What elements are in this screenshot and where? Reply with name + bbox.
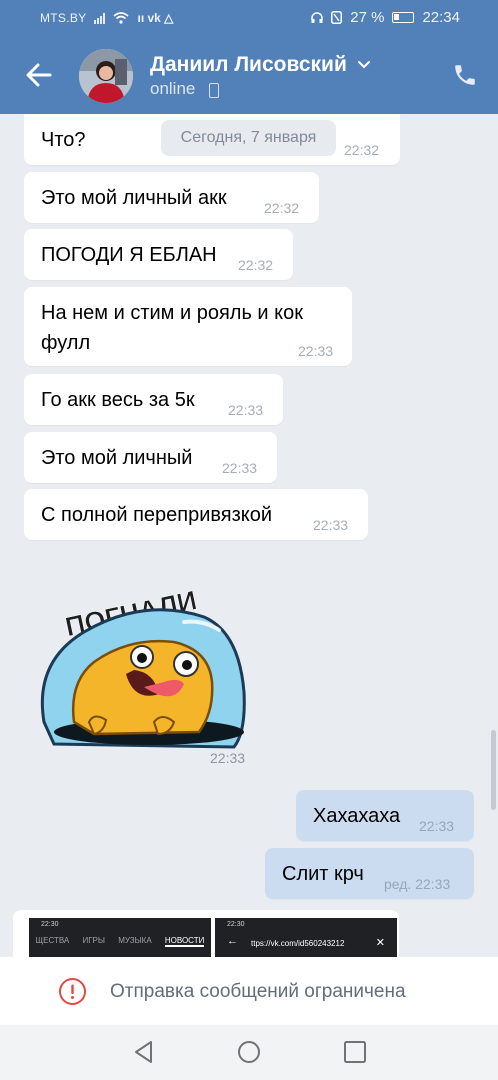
message-time: 22:33 <box>210 750 246 766</box>
message-time: 22:33 <box>298 343 334 359</box>
message-time: 22:32 <box>344 142 380 158</box>
back-arrow-icon[interactable] <box>24 60 54 90</box>
sticker[interactable]: ПОГНАЛИ <box>34 572 254 752</box>
carrier-label: MTS.BY <box>40 11 87 25</box>
contact-name[interactable]: Даниил Лисовский <box>150 53 347 77</box>
chevron-down-icon[interactable] <box>356 56 372 72</box>
warning-icon <box>59 978 86 1005</box>
message-bubble[interactable]: ПОГОДИ Я ЕБЛАН 22:32 <box>24 229 293 280</box>
mobile-icon <box>209 83 219 98</box>
headphones-icon <box>311 11 323 23</box>
message-time: 22:33 <box>222 460 258 476</box>
messaging-restricted-banner: Отправка сообщений ограничена <box>0 957 498 1025</box>
message-time: 22:32 <box>238 257 274 273</box>
nav-recents-icon[interactable] <box>342 1039 368 1065</box>
outgoing-message-bubble[interactable]: Слит крч ред. 22:33 <box>265 848 474 899</box>
thumb-clock: 22:30 <box>41 921 59 928</box>
message-text: ПОГОДИ Я ЕБЛАН <box>41 244 217 266</box>
chat-header: MTS.BY ıı vk △ 27 % 22:34 Даниил Лисовск… <box>0 0 498 114</box>
message-time: 22:33 <box>313 517 349 533</box>
message-time: 22:32 <box>264 200 300 216</box>
thumb-tab: МУЗЫКА <box>118 936 152 945</box>
thumb-tabs: ЩЕСТВА ИГРЫ МУЗЫКА НОВОСТИ <box>29 936 211 947</box>
thumb-tab: ИГРЫ <box>82 936 105 945</box>
thumb-close-icon: ✕ <box>375 937 385 949</box>
notice-text: Отправка сообщений ограничена <box>110 981 406 1002</box>
thumb-clock: 22:30 <box>227 921 245 928</box>
clock: 22:34 <box>422 9 460 26</box>
date-divider: Сегодня, 7 января <box>161 120 336 156</box>
battery-icon <box>392 12 415 23</box>
screenshot-thumbnail[interactable]: 22:30 ЩЕСТВА ИГРЫ МУЗЫКА НОВОСТИ <box>29 918 211 960</box>
message-text: С полной перепривязкой <box>41 504 273 526</box>
phone-call-icon[interactable] <box>452 62 478 88</box>
thumb-url: ttps://vk.com/id560243212 <box>251 939 345 948</box>
thumb-tab: НОВОСТИ <box>164 936 205 947</box>
app-icons: ıı vk △ <box>137 11 174 25</box>
system-nav-bar <box>0 1025 498 1080</box>
message-text: Что? <box>41 129 86 151</box>
nfc-icon <box>331 11 343 24</box>
battery-percent: 27 % <box>350 9 385 26</box>
wifi-icon <box>113 12 130 24</box>
avatar[interactable] <box>79 49 133 103</box>
screenshot-thumbnail[interactable]: 22:30 ← ttps://vk.com/id560243212 ✕ <box>215 918 397 960</box>
message-text: Это мой личный акк <box>41 187 227 209</box>
message-text: Хахахаха <box>313 805 401 827</box>
message-bubble[interactable]: На нем и стим и рояль и кок фулл 22:33 <box>24 287 352 366</box>
message-text: фулл <box>41 332 91 354</box>
nav-back-icon[interactable] <box>131 1039 157 1065</box>
image-attachment-message[interactable]: 22:30 ЩЕСТВА ИГРЫ МУЗЫКА НОВОСТИ 22:30 ←… <box>13 910 399 960</box>
contact-status: online <box>150 79 196 98</box>
message-bubble[interactable]: С полной перепривязкой 22:33 <box>24 489 368 540</box>
message-time: 22:33 <box>228 402 264 418</box>
outgoing-message-bubble[interactable]: Хахахаха 22:33 <box>296 790 474 841</box>
message-time: 22:33 <box>419 818 455 834</box>
thumb-tab: ЩЕСТВА <box>35 936 70 945</box>
message-text: Го акк весь за 5к <box>41 389 195 411</box>
message-text: Это мой личный <box>41 447 193 469</box>
message-bubble[interactable]: Это мой личный акк 22:32 <box>24 172 319 223</box>
thumb-back-icon: ← <box>227 935 238 947</box>
nav-home-icon[interactable] <box>236 1039 262 1065</box>
scrollbar[interactable] <box>491 730 496 810</box>
message-time: ред. 22:33 <box>384 876 451 892</box>
message-bubble[interactable]: Го акк весь за 5к 22:33 <box>24 374 283 425</box>
message-text: Слит крч <box>282 863 364 885</box>
signal-icon <box>94 12 106 24</box>
message-text: На нем и стим и рояль и кок <box>41 302 303 324</box>
status-bar: MTS.BY ıı vk △ 27 % 22:34 <box>0 0 498 36</box>
message-bubble[interactable]: Это мой личный 22:33 <box>24 432 277 483</box>
